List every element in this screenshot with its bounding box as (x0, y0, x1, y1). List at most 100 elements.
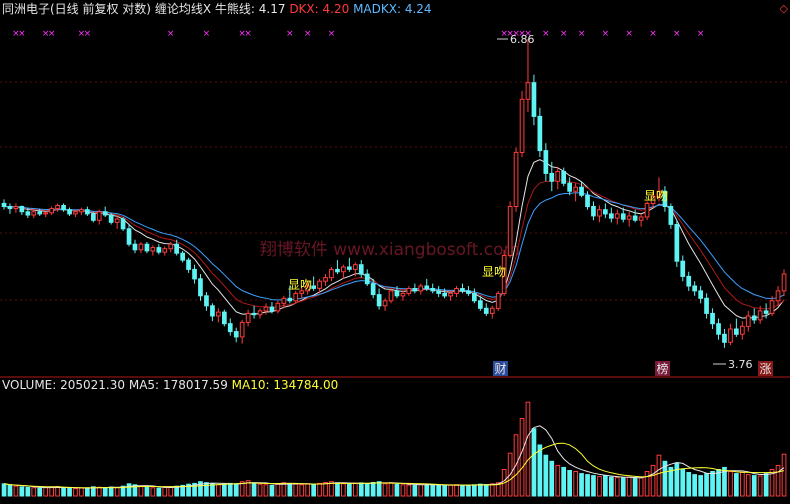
candle (603, 203, 608, 219)
candle-body (519, 98, 525, 154)
candle (311, 276, 316, 291)
volume-bar (644, 471, 650, 497)
volume-bar (757, 475, 763, 497)
candle (251, 305, 257, 319)
volume-bar (114, 486, 120, 497)
badge-bang[interactable]: 榜 (656, 361, 668, 376)
candle (7, 203, 13, 214)
candle-body (347, 266, 352, 270)
volume-bar (382, 483, 388, 497)
low-price-label: 3.76 (728, 358, 753, 371)
volume-bar (347, 483, 352, 497)
volume-bar (311, 483, 316, 497)
badge-zhang[interactable]: 涨 (759, 361, 771, 376)
volume-bar (210, 483, 215, 497)
candle-body (567, 182, 572, 192)
chart-stage: 翔博软件 www.xiangbosoft.com × × × × × × × × × × × × × × ×… (0, 0, 790, 500)
volume-label: VOLUME: (2, 378, 57, 392)
volume-bar (579, 473, 584, 497)
candle (156, 244, 162, 255)
volume-bar (257, 483, 263, 497)
candle-body (483, 307, 489, 314)
candle-body (507, 206, 513, 256)
volume-bar (483, 484, 489, 497)
candle-body (603, 209, 608, 215)
volume-bar (156, 487, 162, 497)
candle-body (418, 285, 424, 292)
chart-header: 同洲电子(日线 前复权 对数) 缠论均线X 牛熊线: 4.17 DKX: 4.2… (2, 1, 432, 17)
candle-body (430, 288, 436, 292)
candle-body (549, 172, 555, 182)
volume-bar (555, 464, 561, 497)
candle-body (43, 212, 48, 215)
candle-body (769, 300, 775, 314)
volume-bar (293, 483, 299, 497)
candle-body (1, 202, 7, 207)
candle-body (227, 323, 233, 333)
candle (85, 206, 90, 216)
signal-marker: × (48, 29, 56, 39)
signal-marker: × (602, 29, 610, 39)
candle (376, 288, 382, 310)
candle-body (632, 215, 638, 221)
kline-chart[interactable]: 翔博软件 www.xiangbosoft.com × × × × × × × × × × × × × × ×… (0, 0, 790, 500)
candle (79, 207, 84, 215)
bull-bear-label: 牛熊线: (214, 2, 255, 16)
candle-body (620, 213, 626, 220)
candle (61, 203, 66, 212)
candle (668, 203, 674, 229)
candle-body (186, 259, 191, 270)
volume-bar (1, 483, 7, 497)
volume-bar (573, 471, 578, 497)
candle-body (424, 285, 430, 289)
candle (483, 303, 489, 316)
candle-body (716, 323, 721, 335)
candle-body (353, 264, 358, 270)
candle (144, 241, 150, 254)
candle-body (644, 202, 650, 218)
candle-body (573, 186, 578, 192)
candle (400, 290, 406, 301)
volume-bar (740, 472, 745, 497)
volume-bar (79, 487, 84, 497)
volume-bar (466, 484, 471, 497)
candle-body (120, 218, 126, 230)
volume-bar (489, 483, 495, 497)
volume-bar (668, 466, 674, 497)
candle-body (638, 216, 644, 221)
volume-bar (430, 484, 436, 497)
candle-body (382, 300, 388, 307)
diamond-icon[interactable]: ◇ (780, 2, 788, 15)
candle-body (311, 285, 316, 289)
volume-bar (251, 482, 257, 497)
candle (233, 327, 239, 343)
volume-bar (61, 487, 66, 497)
candle-body (436, 290, 441, 294)
candle (114, 215, 120, 229)
signal-marker: × (18, 29, 26, 39)
indicator-name[interactable]: 缠论均线X (155, 2, 211, 16)
candle (67, 207, 72, 216)
volume-bar (710, 471, 715, 497)
volume-bar (102, 487, 108, 497)
badge-cai[interactable]: 财 (494, 362, 506, 376)
volume-bar (317, 482, 322, 497)
candle-body (210, 305, 215, 317)
candle-body (745, 315, 751, 327)
candle-body (317, 280, 322, 289)
candle (132, 239, 138, 254)
candle-body (763, 310, 769, 314)
volume-bar (591, 475, 596, 497)
candle (192, 264, 197, 284)
stock-title[interactable]: 同洲电子(日线 前复权 对数) (2, 2, 151, 16)
candle (162, 246, 168, 256)
candle (257, 308, 263, 319)
candle-body (537, 115, 543, 152)
volume-bar (305, 483, 310, 497)
candle-body (358, 264, 364, 275)
volume-bar (692, 474, 697, 497)
volume-bar (763, 473, 769, 497)
volume-bar (519, 418, 525, 497)
volume-bar (263, 484, 269, 497)
volume-bar (25, 486, 31, 497)
